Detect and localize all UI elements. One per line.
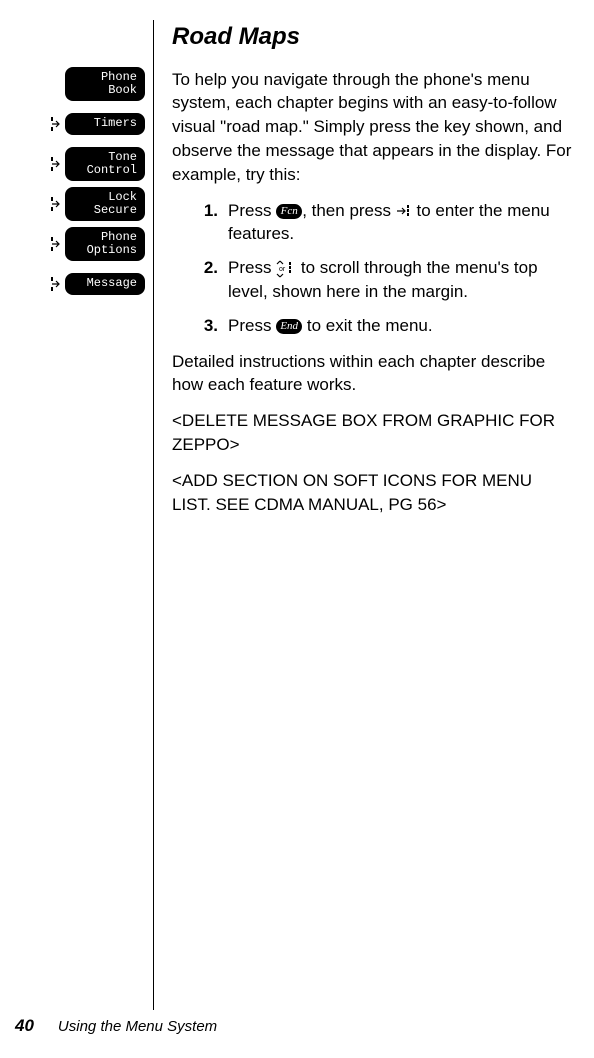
step-number: 1. [190,199,218,247]
menu-chip-tone-control: Tone Control [65,147,145,181]
vertical-divider [153,20,154,1010]
detail-paragraph: Detailed instructions within each chapte… [172,350,574,398]
section-heading: Road Maps [172,20,574,54]
step-text: Press [228,316,276,335]
svg-text:or: or [279,266,286,273]
arrow-right-icon [47,157,65,171]
page-number: 40 [15,1014,34,1038]
menu-chip-lock-secure: Lock Secure [65,187,145,221]
end-key-icon: End [276,319,302,334]
step-3: 3. Press End to exit the menu. [190,314,574,338]
intro-paragraph: To help you navigate through the phone's… [172,68,574,187]
menu-chip-message: Message [65,273,145,294]
step-1: 1. Press Fcn, then press to enter the me… [190,199,574,247]
arrow-right-icon [47,277,65,291]
right-arrow-signal-icon [396,203,412,219]
step-text: Press [228,201,276,220]
step-text: to exit the menu. [302,316,432,335]
menu-chip-phone-options: Phone Options [65,227,145,261]
editor-note: <ADD SECTION ON SOFT ICONS FOR MENU LIST… [172,469,574,517]
arrow-right-icon [47,237,65,251]
arrow-right-icon [47,197,65,211]
step-text: , then press [302,201,396,220]
step-2: 2. Press or to scroll through the menu's… [190,256,574,304]
step-text: Press [228,258,276,277]
up-down-arrow-signal-icon: or [276,260,296,278]
step-number: 3. [190,314,218,338]
main-content: Road Maps To help you navigate through t… [172,20,579,1010]
menu-roadmap-sidebar: Phone Book Timers Tone Control Lock Secu… [15,20,145,1010]
menu-chip-timers: Timers [65,113,145,134]
fcn-key-icon: Fcn [276,204,302,219]
footer-title: Using the Menu System [58,1016,217,1037]
menu-chip-phone-book: Phone Book [65,67,145,101]
step-number: 2. [190,256,218,304]
page-footer: 40 Using the Menu System [15,1014,217,1038]
arrow-right-icon [47,117,65,131]
editor-note: <DELETE MESSAGE BOX FROM GRAPHIC FOR ZEP… [172,409,574,457]
